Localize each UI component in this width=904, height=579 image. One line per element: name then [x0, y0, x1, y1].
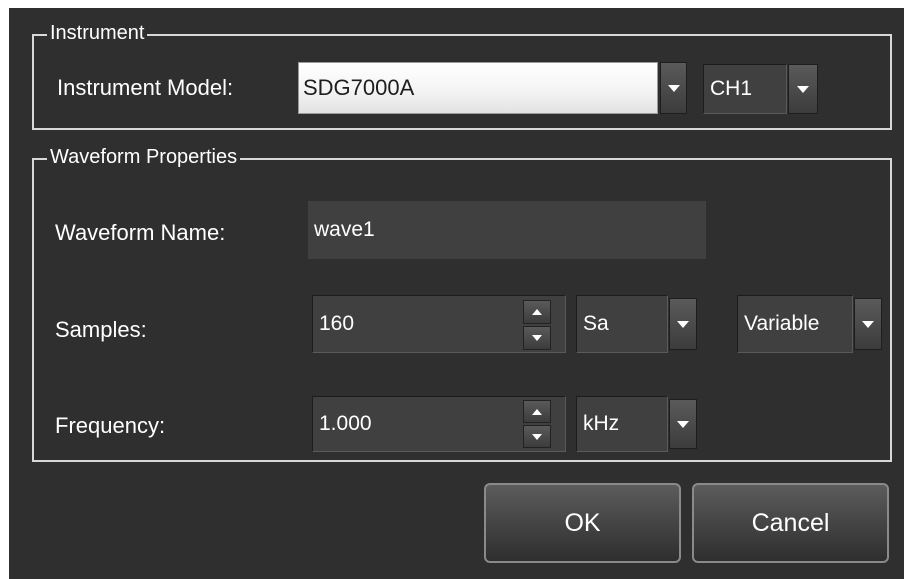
waveform-name-label: Waveform Name: — [55, 220, 226, 245]
samples-unit-dropdown[interactable]: Sa — [576, 295, 668, 353]
samples-mode-value: Variable — [744, 312, 820, 335]
channel-dropdown[interactable]: CH1 — [703, 64, 787, 114]
samples-decrement-button[interactable] — [523, 326, 551, 350]
waveform-name-input[interactable]: wave1 — [308, 201, 706, 259]
arrow-down-icon — [532, 335, 542, 341]
frequency-unit-dropdown-button[interactable] — [669, 399, 697, 449]
frequency-decrement-button[interactable] — [523, 425, 551, 448]
frequency-increment-button[interactable] — [523, 400, 551, 423]
chevron-down-icon — [862, 321, 874, 328]
chevron-down-icon — [797, 86, 809, 93]
frequency-label: Frequency: — [55, 413, 166, 438]
instrument-model-label: Instrument Model: — [57, 75, 234, 100]
frequency-unit-value: kHz — [583, 412, 620, 435]
instrument-model-value: SDG7000A — [303, 75, 415, 100]
samples-mode-dropdown-button[interactable] — [854, 298, 882, 350]
samples-unit-dropdown-button[interactable] — [669, 298, 697, 350]
instrument-model-dropdown[interactable]: SDG7000A — [298, 62, 658, 114]
waveform-dialog: Instrument Instrument Model: SDG7000A CH… — [9, 8, 904, 579]
samples-mode-dropdown[interactable]: Variable — [737, 295, 853, 353]
arrow-down-icon — [532, 433, 542, 440]
instrument-model-dropdown-button[interactable] — [660, 62, 687, 114]
ok-button-label: OK — [564, 508, 601, 537]
arrow-up-icon — [532, 309, 542, 315]
cancel-button[interactable]: Cancel — [692, 483, 889, 563]
channel-dropdown-button[interactable] — [788, 64, 818, 114]
samples-label: Samples: — [55, 317, 147, 342]
chevron-down-icon — [677, 421, 689, 428]
chevron-down-icon — [667, 85, 680, 92]
samples-value: 160 — [319, 312, 355, 335]
samples-increment-button[interactable] — [523, 300, 551, 324]
chevron-down-icon — [677, 321, 689, 328]
arrow-up-icon — [532, 408, 542, 415]
ok-button[interactable]: OK — [484, 483, 681, 563]
channel-value: CH1 — [710, 77, 753, 100]
waveform-name-value: wave1 — [314, 218, 375, 241]
samples-unit-value: Sa — [583, 312, 609, 335]
frequency-value: 1.000 — [319, 412, 372, 435]
frequency-unit-dropdown[interactable]: kHz — [576, 396, 668, 452]
waveform-properties-title: Waveform Properties — [47, 146, 241, 168]
cancel-button-label: Cancel — [751, 508, 830, 537]
instrument-group-title: Instrument — [47, 22, 148, 44]
